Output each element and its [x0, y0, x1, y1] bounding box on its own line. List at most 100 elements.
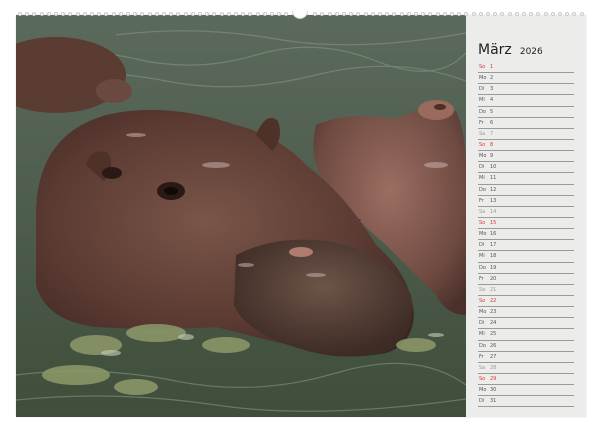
year-label: 2026: [519, 47, 543, 57]
day-row: Mo 16: [478, 229, 574, 241]
day-row: Do 26: [478, 341, 574, 352]
binding-hole: [406, 12, 411, 16]
binding-hole: [97, 12, 102, 16]
weekday-label: Mi: [479, 331, 485, 338]
binding-hole: [529, 12, 534, 16]
day-number: 20: [490, 275, 497, 282]
weekday-label: Mi: [479, 253, 485, 260]
binding-hole: [270, 12, 274, 16]
binding-hole: [320, 12, 325, 16]
binding-hole: [277, 12, 282, 16]
calendar-panel: März 2026 So 1 Mo 2 Di 3 Mi 4 Do 5 Fr 6 Sa 7 So 8 Mo 9 Di 1…: [466, 15, 586, 417]
binding-hole: [248, 12, 253, 16]
binding-hole: [536, 12, 541, 16]
day-number: 26: [490, 342, 497, 349]
weekday-label: Fr: [479, 119, 484, 126]
day-number: 10: [490, 164, 497, 171]
binding-hole: [262, 12, 267, 16]
binding-hole: [550, 12, 555, 16]
weekday-label: Mi: [479, 97, 485, 104]
day-number: 8: [490, 141, 494, 148]
weekday-label: So: [479, 64, 486, 70]
binding-hole: [464, 12, 469, 16]
day-row: Sa 21: [478, 285, 574, 296]
weekday-label: So: [479, 375, 486, 382]
day-row: Do 12: [478, 185, 574, 196]
weekday-label: Sa: [479, 208, 486, 215]
day-row: Mi 18: [478, 251, 574, 263]
binding-hole: [226, 12, 231, 16]
binding-hole: [543, 12, 548, 16]
day-number: 18: [490, 253, 497, 260]
binding-hole: [385, 12, 390, 16]
binding-hole: [370, 12, 375, 16]
binding-hole: [327, 12, 332, 16]
binding-hole: [342, 12, 346, 16]
day-row: So 15: [478, 218, 574, 230]
day-row: Sa 14: [478, 207, 574, 218]
weekday-label: Do: [479, 342, 486, 349]
binding-hole: [104, 12, 109, 16]
weekday-label: So: [479, 297, 486, 304]
binding-hole: [219, 12, 224, 16]
binding-hole: [313, 12, 318, 16]
binding-hole: [25, 12, 30, 16]
day-row: So 8: [478, 140, 574, 152]
day-row: Fr 20: [478, 274, 574, 285]
day-number: 24: [490, 320, 497, 327]
day-number: 22: [490, 297, 497, 304]
day-row: Mi 4: [478, 95, 574, 107]
day-row: So 22: [478, 296, 574, 308]
weekday-label: Sa: [479, 286, 486, 293]
day-number: 31: [490, 398, 497, 405]
binding-hole: [75, 12, 80, 16]
binding-hole: [428, 12, 433, 16]
binding-hole: [241, 12, 246, 16]
day-number: 12: [490, 186, 497, 193]
day-row: Sa 28: [478, 363, 574, 374]
day-row: So 29: [478, 374, 574, 386]
binding-hole: [522, 12, 526, 16]
weekday-label: Di: [479, 164, 485, 171]
day-row: Sa 7: [478, 129, 574, 140]
weekday-label: Di: [479, 86, 485, 93]
day-number: 23: [490, 309, 497, 316]
day-row: Di 3: [478, 84, 574, 96]
binding-hole: [478, 12, 483, 16]
binding-hole: [205, 12, 210, 16]
day-row: Do 19: [478, 263, 574, 274]
binding-hole: [90, 12, 94, 16]
binding-hole: [399, 12, 404, 16]
day-row: Mi 25: [478, 329, 574, 341]
weekday-label: So: [479, 141, 486, 148]
weekday-label: Mi: [479, 175, 485, 182]
binding-hole: [61, 12, 66, 16]
day-number: 11: [490, 175, 497, 182]
binding-hole: [457, 12, 462, 16]
weekday-label: Fr: [479, 197, 484, 204]
day-row: So 1: [478, 62, 574, 74]
binding-hole: [255, 12, 260, 16]
binding-hole: [198, 12, 202, 16]
binding-hole: [334, 12, 339, 16]
weekday-label: Mo: [479, 387, 487, 394]
day-row: Fr 27: [478, 352, 574, 363]
day-row: Do 5: [478, 107, 574, 118]
day-number: 17: [490, 242, 497, 249]
binding-hole: [435, 12, 440, 16]
weekday-label: Mo: [479, 231, 487, 238]
binding-hole: [133, 12, 138, 16]
binding-hole: [507, 12, 512, 16]
weekday-label: Sa: [479, 130, 486, 137]
weekday-label: Do: [479, 186, 486, 193]
binding-hole: [349, 12, 354, 16]
binding-hole: [32, 12, 37, 16]
binding-hole: [500, 12, 505, 16]
day-row: Di 17: [478, 240, 574, 252]
day-row: Fr 13: [478, 196, 574, 207]
binding-hole: [378, 12, 382, 16]
binding-hole: [234, 12, 238, 16]
day-number: 27: [490, 353, 497, 360]
day-row: Di 31: [478, 396, 574, 408]
calendar-sheet: März 2026 So 1 Mo 2 Di 3 Mi 4 Do 5 Fr 6 Sa 7 So 8 Mo 9 Di 1…: [16, 15, 586, 417]
